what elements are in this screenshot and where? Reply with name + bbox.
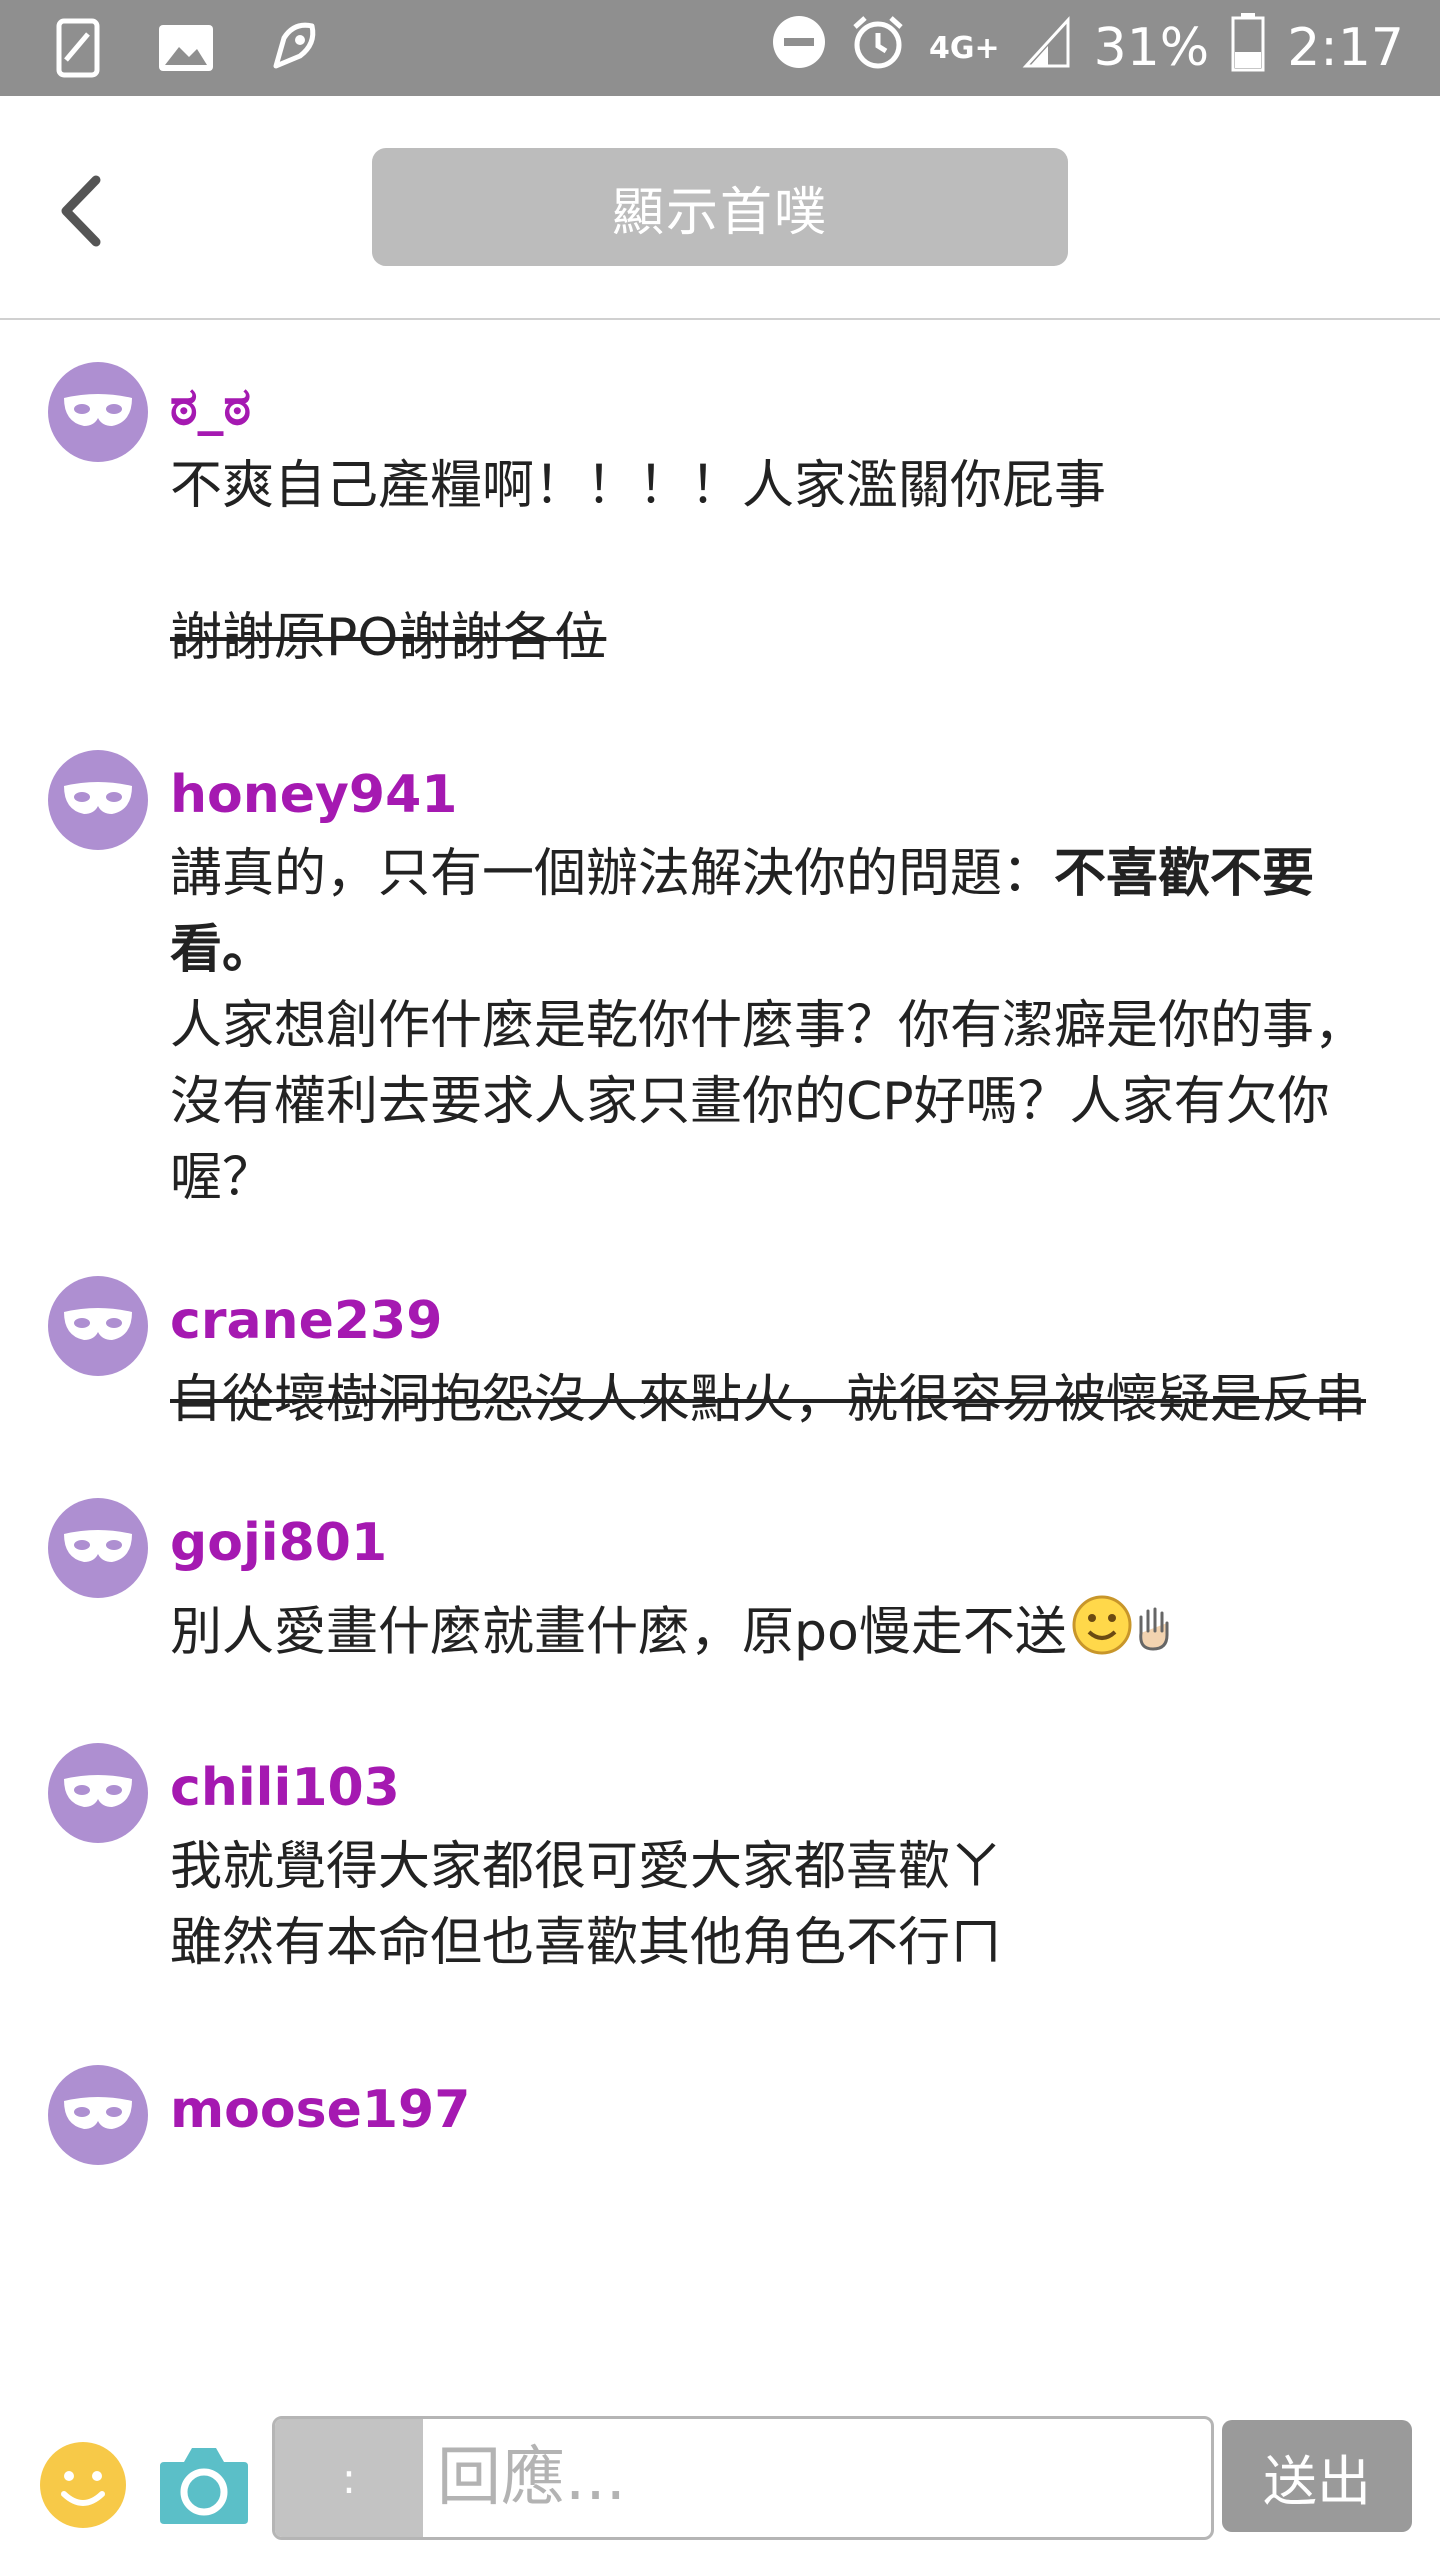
strikethrough-text: 謝謝原PO謝謝各位 [170,608,607,668]
smiley-icon [40,2442,126,2528]
battery-percent: 31% [1093,18,1210,78]
comment: goji801 別人愛畫什麼就畫什麼，原po慢走不送 [48,1498,1440,1677]
anonymous-mask-icon[interactable] [48,362,148,462]
reply-field: : [272,2416,1214,2540]
alarm-icon [849,13,907,84]
username[interactable]: goji801 [170,1508,1410,1578]
comment-line: 我就覺得大家都很可愛大家都喜歡ㄚ [170,1837,1003,1897]
clock: 2:17 [1287,18,1404,78]
anonymous-mask-icon[interactable] [48,1743,148,1843]
anonymous-mask-icon[interactable] [48,1276,148,1376]
username[interactable]: honey941 [170,760,1410,830]
comment: ಠ_ಠ 不爽自己產糧啊！！！！人家濫關你屁事 謝謝原PO謝謝各位 [48,362,1440,676]
comment-line: 人家想創作什麼是乾你什麼事？你有潔癖是你的事，沒有權利去要求人家只畫你的CP好嗎… [170,996,1367,1208]
signal-icon [1022,15,1072,81]
comment: crane239 自從壞樹洞抱怨沒人來點火，就很容易被懷疑是反串 [48,1276,1440,1438]
rocket-icon [264,18,324,78]
gallery-icon [156,18,216,78]
smiley-emoticon-icon [1071,1594,1133,1677]
back-button[interactable] [48,166,118,256]
comment-text: 不爽自己產糧啊！！！！人家濫關你屁事 謝謝原PO謝謝各位 [170,448,1410,676]
comment-text: 別人愛畫什麼就畫什麼，原po慢走不送 [170,1594,1410,1677]
reply-input[interactable] [427,2419,1211,2537]
header: 顯示首噗 [0,96,1440,320]
camera-icon [160,2448,248,2524]
send-button[interactable]: 送出 [1222,2420,1412,2532]
comment-line: 雖然有本命但也喜歡其他角色不行ㄇ [170,1913,1003,1973]
comment-text: 自從壞樹洞抱怨沒人來點火，就很容易被懷疑是反串 [170,1362,1410,1438]
comment-line: 不爽自己產糧啊！！！！人家濫關你屁事 [170,456,1107,516]
chevron-left-icon [61,175,101,247]
status-bar: 4G+ 31% 2:17 [0,0,1440,96]
comment-text: 我就覺得大家都很可愛大家都喜歡ㄚ 雖然有本命但也喜歡其他角色不行ㄇ [170,1829,1410,1981]
comment-text-plain: 別人愛畫什麼就畫什麼，原po慢走不送 [170,1602,1067,1663]
comment-text: 講真的，只有一個辦法解決你的問題：不喜歡不要看。 人家想創作什麼是乾你什麼事？你… [170,836,1410,1216]
show-first-post-button[interactable]: 顯示首噗 [372,148,1068,266]
network-type: 4G+ [929,30,1000,66]
comment-text-plain: 講真的，只有一個辦法解決你的問題： [170,844,1055,904]
comment-line: 講真的，只有一個辦法解決你的問題：不喜歡不要看。 [170,836,1410,988]
battery-icon [1231,12,1265,85]
username[interactable]: crane239 [170,1286,1410,1356]
comment: moose197 [48,2065,1440,2165]
comment: honey941 講真的，只有一個辦法解決你的問題：不喜歡不要看。 人家想創作什… [48,750,1440,1216]
status-notifications [48,18,324,78]
username[interactable]: chili103 [170,1753,1410,1823]
reply-bar: : 送出 [0,2400,1440,2560]
do-not-disturb-icon [771,14,827,83]
qualifier-selector[interactable]: : [275,2419,423,2537]
comment-line: 別人愛畫什麼就畫什麼，原po慢走不送 [170,1594,1410,1677]
comment: chili103 我就覺得大家都很可愛大家都喜歡ㄚ 雖然有本命但也喜歡其他角色不… [48,1743,1440,1981]
emoji-button[interactable] [38,2440,128,2530]
status-indicators: 4G+ 31% 2:17 [771,0,1404,96]
anonymous-mask-icon[interactable] [48,1498,148,1598]
camera-button[interactable] [158,2442,250,2526]
username[interactable]: moose197 [170,2075,1410,2145]
waving-hand-icon [1133,1598,1173,1674]
strikethrough-text: 自從壞樹洞抱怨沒人來點火，就很容易被懷疑是反串 [170,1370,1367,1430]
username[interactable]: ಠ_ಠ [170,372,1410,442]
comment-list[interactable]: ಠ_ಠ 不爽自己產糧啊！！！！人家濫關你屁事 謝謝原PO謝謝各位 honey94… [0,320,1440,2390]
screenshot-icon [48,18,108,78]
anonymous-mask-icon[interactable] [48,2065,148,2165]
anonymous-mask-icon[interactable] [48,750,148,850]
